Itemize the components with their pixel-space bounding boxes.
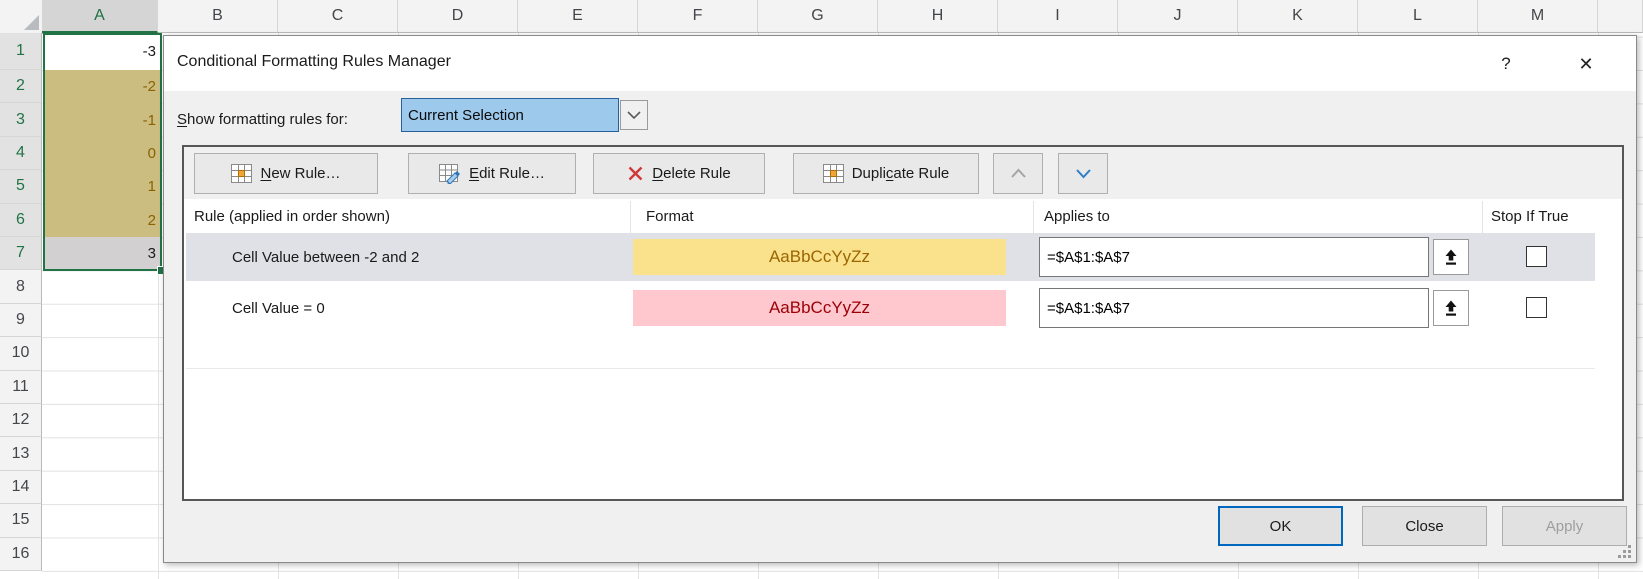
row-header-4[interactable]: 4 [0, 137, 42, 170]
select-all-triangle-icon [24, 15, 39, 30]
stop-if-true-checkbox[interactable] [1526, 297, 1547, 318]
collapse-dialog-button[interactable] [1433, 290, 1469, 326]
column-header-E[interactable]: E [518, 0, 638, 33]
column-header-G[interactable]: G [758, 0, 878, 33]
row-header-13[interactable]: 13 [0, 437, 42, 470]
row-header-2[interactable]: 2 [0, 70, 42, 103]
table-pencil-icon [439, 164, 461, 184]
applies-to-input[interactable]: =$A$1:$A$7 [1039, 288, 1429, 328]
rule-name: Cell Value between -2 and 2 [232, 233, 419, 281]
row-header-9[interactable]: 9 [0, 304, 42, 337]
applies-to-input[interactable]: =$A$1:$A$7 [1039, 237, 1429, 277]
edit-rule-button[interactable]: Edit Rule… [408, 153, 576, 194]
select-all-button[interactable] [0, 0, 43, 34]
header-stop-if-true: Stop If True [1491, 199, 1569, 233]
chevron-down-icon [626, 110, 642, 120]
new-rule-button[interactable]: New Rule… [194, 153, 378, 194]
row-header-8[interactable]: 8 [0, 270, 42, 303]
column-header-L[interactable]: L [1358, 0, 1478, 33]
header-applies-to: Applies to [1044, 199, 1110, 233]
column-header-I[interactable]: I [998, 0, 1118, 33]
close-icon[interactable]: ✕ [1571, 49, 1601, 79]
column-header-B[interactable]: B [158, 0, 278, 33]
header-divider [1033, 201, 1034, 233]
arrow-up-bar-icon [1444, 300, 1458, 317]
header-format: Format [646, 199, 694, 233]
arrow-up-bar-icon [1444, 249, 1458, 266]
rule-row-cell-value-between[interactable]: Cell Value between -2 and 2 AaBbCcYyZz =… [186, 233, 1595, 281]
show-rules-dropdown-arrow[interactable] [620, 100, 648, 130]
column-header-M[interactable]: M [1478, 0, 1598, 33]
show-rules-dropdown[interactable]: Current Selection [401, 98, 619, 132]
duplicate-rule-button[interactable]: Duplicate Rule [793, 153, 979, 194]
column-header-F[interactable]: F [638, 0, 758, 33]
dialog-title-bar: Conditional Formatting Rules Manager ? ✕ [164, 36, 1636, 91]
close-button[interactable]: Close [1362, 506, 1487, 546]
help-icon[interactable]: ? [1491, 49, 1521, 79]
table-icon [231, 164, 252, 183]
show-rules-dropdown-value: Current Selection [408, 107, 524, 124]
row-header-11[interactable]: 11 [0, 371, 42, 404]
header-divider [1482, 201, 1483, 233]
collapse-dialog-button[interactable] [1433, 239, 1469, 275]
row-header-3[interactable]: 3 [0, 103, 42, 136]
column-header-C[interactable]: C [278, 0, 398, 33]
row-header-1[interactable]: 1 [0, 33, 42, 70]
move-rule-down-button[interactable] [1058, 153, 1108, 194]
stop-if-true-checkbox[interactable] [1526, 246, 1547, 267]
row-header-15[interactable]: 15 [0, 504, 42, 537]
rules-list-header: Rule (applied in order shown) Format App… [184, 199, 1622, 233]
header-divider [630, 201, 631, 233]
row-header-16[interactable]: 16 [0, 538, 42, 571]
column-header-H[interactable]: H [878, 0, 998, 33]
move-rule-up-button[interactable] [993, 153, 1043, 194]
column-header-A[interactable]: A [42, 0, 158, 33]
chevron-up-icon [1010, 168, 1027, 179]
delete-rule-button[interactable]: Delete Rule [593, 153, 765, 194]
column-header-K[interactable]: K [1238, 0, 1358, 33]
rules-toolbar: New Rule… Edit Rule… Delete Rule Duplica… [184, 147, 1622, 201]
column-header-J[interactable]: J [1118, 0, 1238, 33]
row-header-7[interactable]: 7 [0, 237, 42, 270]
row-header-12[interactable]: 12 [0, 404, 42, 437]
rule-row-cell-value-equals[interactable]: Cell Value = 0 AaBbCcYyZz =$A$1:$A$7 [186, 284, 1595, 332]
dialog-title: Conditional Formatting Rules Manager [177, 53, 451, 71]
apply-button[interactable]: Apply [1502, 506, 1627, 546]
format-preview: AaBbCcYyZz [633, 239, 1006, 275]
show-rules-label: Show formatting rules for: [177, 102, 348, 136]
row-divider [186, 368, 1595, 369]
row-header-14[interactable]: 14 [0, 471, 42, 504]
chevron-down-icon [1075, 168, 1092, 179]
row-header-6[interactable]: 6 [0, 204, 42, 237]
format-preview: AaBbCcYyZz [633, 290, 1006, 326]
table-icon [823, 164, 844, 183]
row-header-10[interactable]: 10 [0, 337, 42, 370]
conditional-formatting-rules-manager-dialog: Conditional Formatting Rules Manager ? ✕… [163, 35, 1637, 563]
rules-panel: New Rule… Edit Rule… Delete Rule Duplica… [182, 145, 1624, 501]
resize-grip[interactable] [1618, 545, 1632, 559]
ok-button[interactable]: OK [1218, 506, 1343, 546]
column-header-partial [1598, 0, 1643, 33]
column-header-D[interactable]: D [398, 0, 518, 33]
screen: ABCDEFGHIJKLM 12345678910111213141516 -3… [0, 0, 1643, 579]
selection-border [43, 33, 162, 271]
red-x-icon [627, 165, 644, 182]
header-rule: Rule (applied in order shown) [194, 199, 390, 233]
row-header-5[interactable]: 5 [0, 170, 42, 203]
rule-name: Cell Value = 0 [232, 284, 325, 332]
